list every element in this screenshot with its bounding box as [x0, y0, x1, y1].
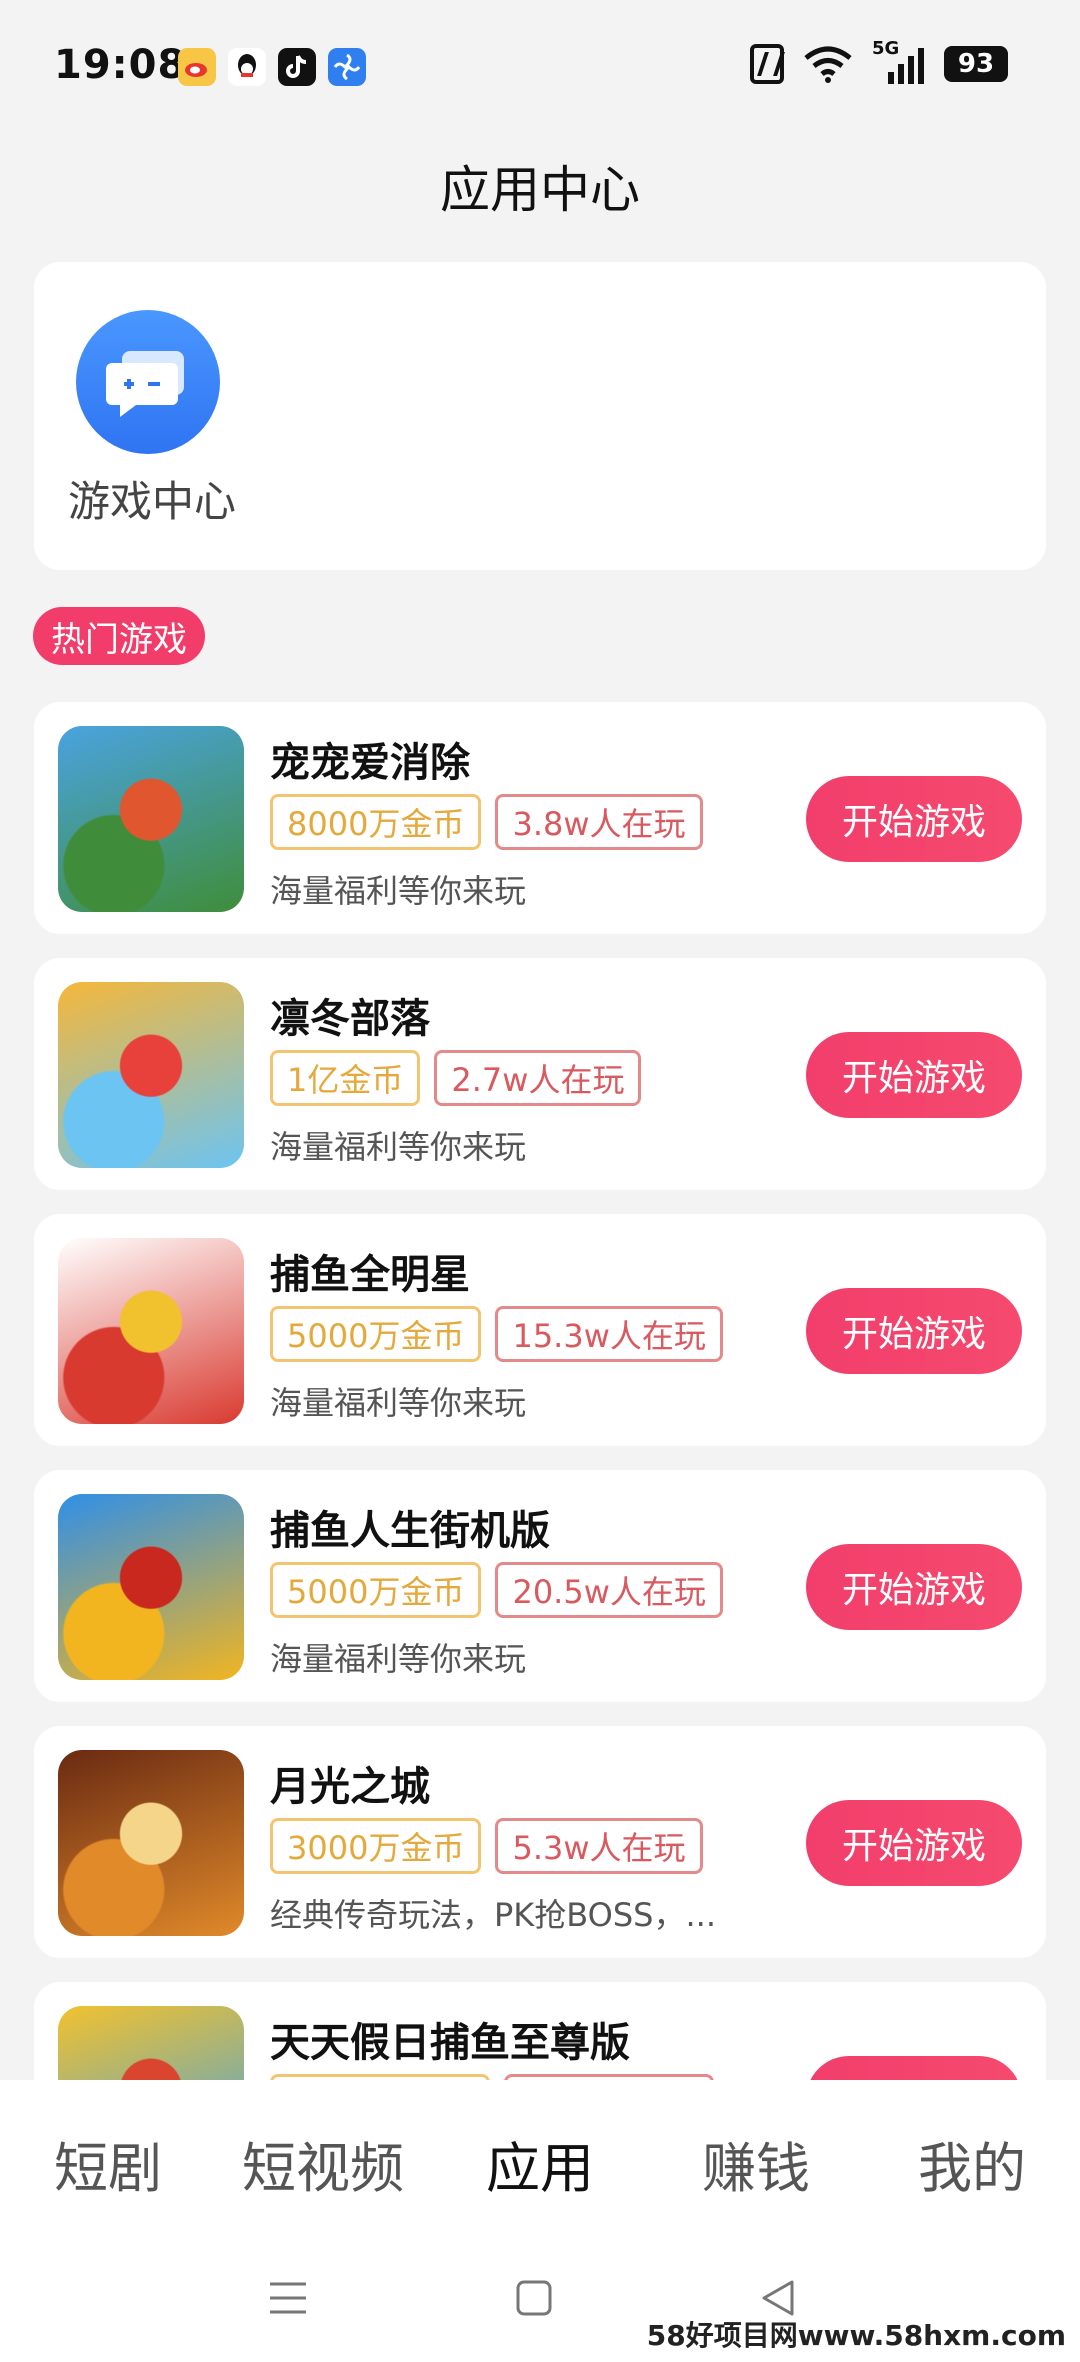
hot-games-tag: 热门游戏 — [33, 607, 205, 665]
tab-earn-money[interactable]: 赚钱 — [702, 2124, 810, 2203]
game-controller-icon — [76, 310, 220, 454]
coin-badge: 3000万金币 — [270, 1818, 482, 1874]
coin-badge: 5000万金币 — [270, 1562, 482, 1618]
game-description: 海量福利等你来玩 — [270, 1384, 527, 1422]
players-badge: 5.3w人在玩 — [495, 1818, 703, 1874]
game-badges: 5000万金币 15.3w人在玩 — [270, 1306, 723, 1362]
game-description: 海量福利等你来玩 — [270, 1640, 527, 1678]
game-name: 捕鱼人生街机版 — [270, 1508, 550, 1554]
tab-short-drama[interactable]: 短剧 — [54, 2124, 162, 2203]
wifi-icon — [804, 46, 852, 83]
status-right: 5G 93 — [750, 38, 1008, 84]
tab-apps[interactable]: 应用 — [486, 2124, 594, 2203]
game-row[interactable]: 捕鱼全明星 5000万金币 15.3w人在玩 海量福利等你来玩 开始游戏 — [34, 1214, 1046, 1446]
players-badge: 20.5w人在玩 — [495, 1562, 723, 1618]
tiktok-icon — [278, 48, 316, 86]
game-row[interactable]: 月光之城 3000万金币 5.3w人在玩 经典传奇玩法，PK抢BOSS，... … — [34, 1726, 1046, 1958]
game-icon — [58, 982, 244, 1168]
game-center-label: 游戏中心 — [68, 477, 237, 526]
weibo-icon — [178, 48, 216, 86]
players-badge: 15.3w人在玩 — [495, 1306, 723, 1362]
cellular-signal-icon: 5G — [872, 38, 926, 84]
start-game-button[interactable]: 开始游戏 — [806, 1288, 1022, 1374]
game-description: 海量福利等你来玩 — [270, 1128, 527, 1166]
players-badge: 3.8w人在玩 — [495, 794, 703, 850]
start-game-button[interactable]: 开始游戏 — [806, 1800, 1022, 1886]
bottom-tab-bar: 短剧 短视频 应用 赚钱 我的 — [0, 2080, 1080, 2240]
status-time: 19:08 — [54, 42, 187, 88]
fan-app-icon — [328, 48, 366, 86]
game-description: 经典传奇玩法，PK抢BOSS，... — [270, 1896, 717, 1934]
game-badges: 1亿金币 2.7w人在玩 — [270, 1050, 642, 1106]
players-badge: 2.7w人在玩 — [434, 1050, 642, 1106]
game-name: 凛冬部落 — [270, 996, 430, 1042]
game-name: 月光之城 — [270, 1764, 430, 1810]
page-title: 应用中心 — [440, 161, 640, 219]
coin-badge: 1亿金币 — [270, 1050, 421, 1106]
game-name: 捕鱼全明星 — [270, 1252, 470, 1298]
coin-badge: 8000万金币 — [270, 794, 482, 850]
status-bar: 19:08 5G 93 — [0, 0, 1080, 130]
game-icon — [58, 1494, 244, 1680]
game-icon — [58, 726, 244, 912]
menu-icon[interactable] — [258, 2268, 318, 2328]
game-name: 宠宠爱消除 — [270, 740, 470, 786]
feature-card: 游戏中心 — [34, 262, 1046, 570]
system-navigation-bar: 58好项目网www.58hxm.com — [0, 2240, 1080, 2362]
watermark: 58好项目网www.58hxm.com — [646, 2319, 1066, 2352]
start-game-button[interactable]: 开始游戏 — [806, 1032, 1022, 1118]
game-icon — [58, 1238, 244, 1424]
game-description: 海量福利等你来玩 — [270, 872, 527, 910]
game-row[interactable]: 捕鱼人生街机版 5000万金币 20.5w人在玩 海量福利等你来玩 开始游戏 — [34, 1470, 1046, 1702]
qq-icon — [228, 48, 266, 86]
game-list: 宠宠爱消除 8000万金币 3.8w人在玩 海量福利等你来玩 开始游戏 凛冬部落… — [34, 702, 1046, 2238]
status-app-icons — [178, 48, 366, 86]
game-row[interactable]: 凛冬部落 1亿金币 2.7w人在玩 海量福利等你来玩 开始游戏 — [34, 958, 1046, 1190]
game-badges: 8000万金币 3.8w人在玩 — [270, 794, 703, 850]
game-name: 天天假日捕鱼至尊版 — [270, 2020, 630, 2066]
battery-indicator: 93 — [944, 46, 1008, 82]
coin-badge: 5000万金币 — [270, 1306, 482, 1362]
nfc-icon — [750, 44, 784, 84]
game-badges: 5000万金币 20.5w人在玩 — [270, 1562, 723, 1618]
home-icon[interactable] — [504, 2268, 564, 2328]
game-badges: 3000万金币 5.3w人在玩 — [270, 1818, 703, 1874]
game-center-shortcut[interactable]: 游戏中心 — [68, 310, 237, 529]
tab-short-video[interactable]: 短视频 — [242, 2124, 404, 2203]
tab-mine[interactable]: 我的 — [918, 2124, 1026, 2203]
start-game-button[interactable]: 开始游戏 — [806, 1544, 1022, 1630]
game-icon — [58, 1750, 244, 1936]
start-game-button[interactable]: 开始游戏 — [806, 776, 1022, 862]
game-row[interactable]: 宠宠爱消除 8000万金币 3.8w人在玩 海量福利等你来玩 开始游戏 — [34, 702, 1046, 934]
